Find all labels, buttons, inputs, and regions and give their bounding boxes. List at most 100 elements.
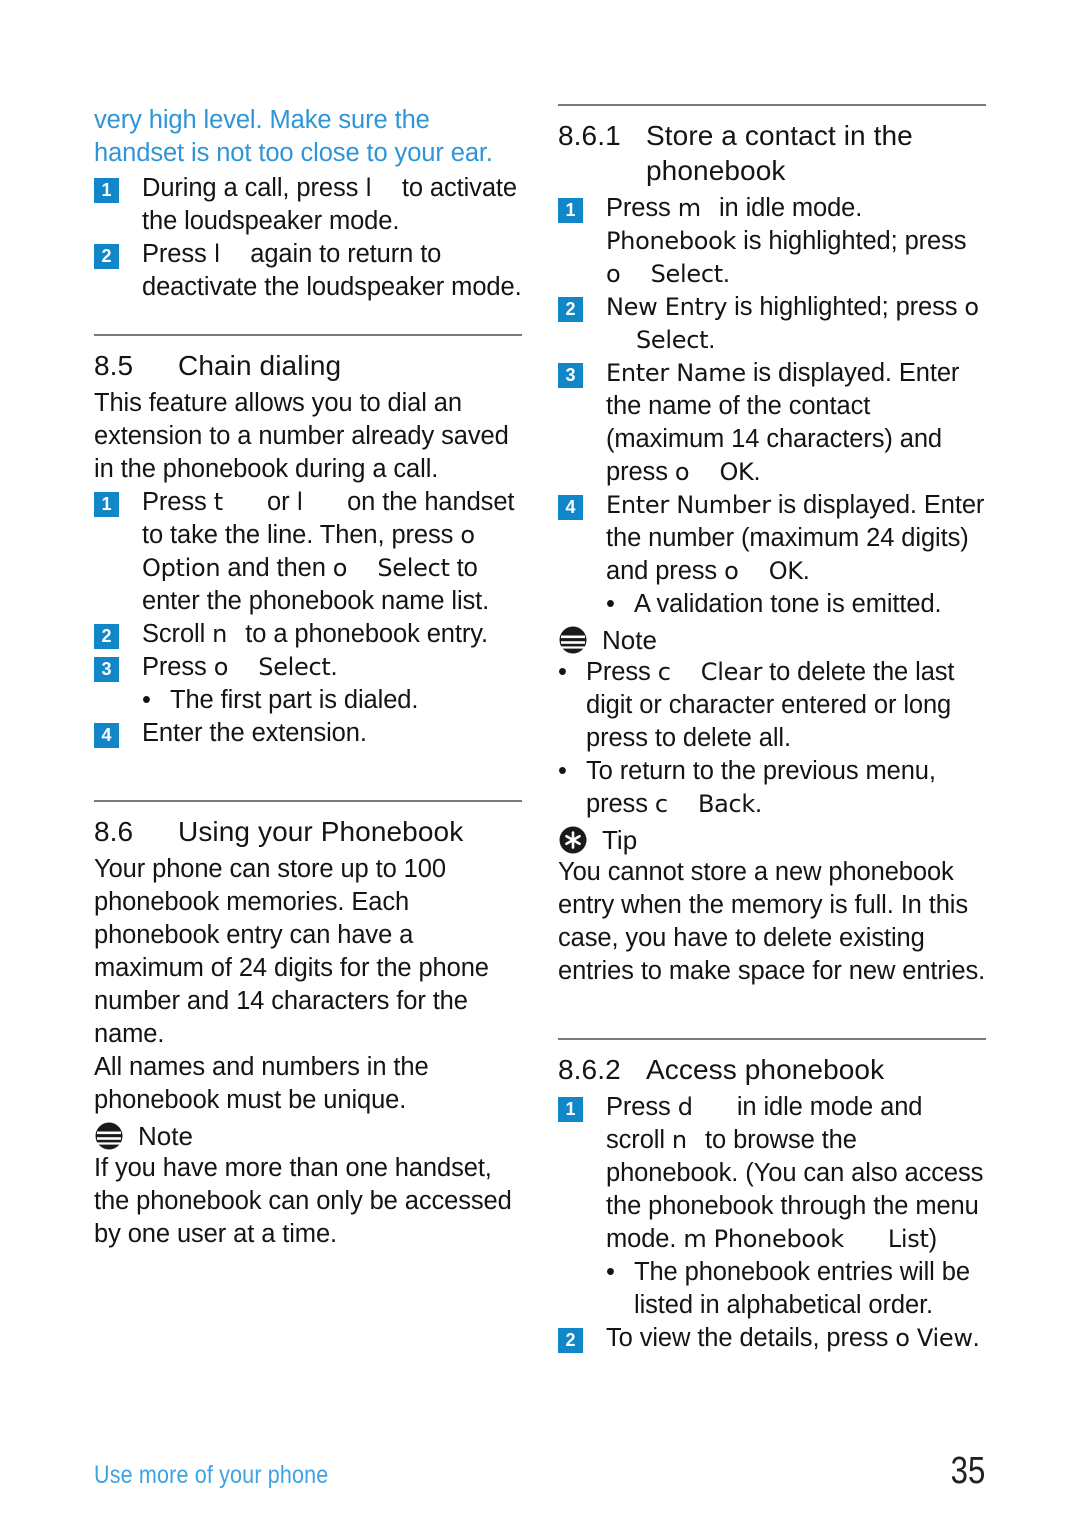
section-number: 8.6.1 [558,120,621,151]
menu-label-phonebook: Phonebook [606,227,737,255]
step-text-part: and then [227,554,326,582]
step-text-part: Scroll [142,620,206,648]
note-label: Note [602,625,657,655]
bullet-text-part: . [755,790,763,818]
step-text: Enter Number is displayed. Enter the num… [606,489,986,588]
step-text-part: . [330,653,338,681]
list-item: 2 Press l again to return to deactivate t… [94,238,522,304]
section-divider [94,334,522,336]
section-title: Chain dialing [178,350,342,381]
key-glyph-navigate: n [671,1126,688,1154]
bullet-dot: • [558,658,567,686]
section-heading-85: 8.5 Chain dialing [94,348,522,383]
list-item: 1 Press t or l on the handset to take the … [94,486,522,618]
menu-label-ok: OK [768,557,803,585]
menu-label-ok: OK [719,458,754,486]
section-heading-861: 8.6.1 Store a contact in the phonebook [558,118,986,188]
store-contact-steps: 1 Press m in idle mode. Phonebook is high… [558,192,986,621]
menu-label-select: Select [650,260,724,288]
note-callout: Note [94,1121,522,1151]
key-glyph-loudspeaker: l [365,174,372,202]
note-bullets: • Press c Clear to delete the last digit … [558,656,986,821]
step-text-part: Press [606,194,671,222]
tip-callout: Tip [558,825,986,855]
note-icon [558,625,588,655]
section-title: Using your Phonebook [178,816,464,847]
menu-label-list: List [887,1225,929,1253]
menu-label-enter-name: Enter Name [606,359,746,387]
step-text: Press o Select. [142,651,522,684]
step-text: Press l again to return to deactivate the… [142,238,522,304]
bullet-dot: • [606,1258,615,1286]
section-title: Access phonebook [646,1054,885,1085]
step-badge: 2 [558,297,583,322]
section-number: 8.5 [94,350,134,381]
section-number: 8.6.2 [558,1054,621,1085]
right-column: 8.6.1 Store a contact in the phonebook 1… [558,104,986,1355]
bullet-text: A validation tone is emitted. [634,590,942,618]
key-glyph-loudspeaker: l [296,488,304,516]
section-divider [558,104,986,106]
bullet-dot: • [142,686,151,714]
menu-label-select: Select [636,326,709,354]
step-text-part: Press [606,1093,671,1121]
bullet-dot: • [606,590,615,618]
key-glyph-down: d [677,1093,693,1121]
note-icon [94,1121,124,1151]
menu-label-view: View [916,1324,973,1352]
list-item: 4 Enter Number is displayed. Enter the n… [558,489,986,588]
list-item: 2 Scroll n to a phonebook entry. [94,618,522,651]
note-callout: Note [558,625,986,655]
bullet-text-part: Press [586,658,651,686]
chain-dialing-steps: 1 Press t or l on the handset to take the … [94,486,522,750]
step-text-part: To view the details, press [606,1324,889,1352]
step-text-part: ) [928,1225,938,1253]
section-86-paragraph-1: Your phone can store up to 100 phonebook… [94,855,489,1048]
menu-label-select: Select [258,653,331,681]
step-badge: 3 [558,363,583,388]
key-glyph-menu: m [683,1225,707,1253]
note-text: If you have more than one handset, the p… [94,1154,512,1248]
list-item: 3 Press o Select. [94,651,522,684]
step-text: New Entry is highlighted; press o Select. [606,291,986,357]
bullet-text: The phonebook entries will be listed in … [634,1258,970,1319]
step-text: During a call, press l to activate the lo… [142,172,522,238]
step-text-part: in idle mode. [718,194,863,222]
key-glyph-menu: m [677,194,701,222]
menu-label-phonebook: Phonebook [713,1225,844,1253]
step-text-part: . [972,1324,980,1352]
section-divider [558,1038,986,1040]
step-badge: 1 [94,178,119,203]
list-item: • The first part is dialed. [142,684,522,717]
manual-page: very high level. Make sure the handset i… [0,0,1080,1530]
key-glyph-softkey-left: o [213,653,229,681]
step-pre-text: During a call, press [142,174,359,202]
key-glyph-softkey-left: o [674,458,690,486]
step-text: Enter Name is displayed. Enter the name … [606,357,986,489]
left-column: very high level. Make sure the handset i… [94,104,522,1251]
key-glyph-softkey-left: o [606,260,621,288]
step-badge: 4 [94,723,119,748]
section-heading-86: 8.6 Using your Phonebook [94,814,522,849]
note-label: Note [138,1121,193,1151]
step-text-part: is highlighted; press [743,227,967,255]
step-text-part: . [708,326,716,354]
page-footer: Use more of your phone 35 [94,1450,985,1493]
step-badge: 1 [558,198,583,223]
step-badge: 2 [94,244,119,269]
step-text: To view the details, press o View. [606,1322,986,1355]
key-glyph-softkey-left: o [964,293,980,321]
access-phonebook-steps: 1 Press d in idle mode and scroll n to bro… [558,1091,986,1355]
list-item: 4 Enter the extension. [94,717,522,750]
tip-text: You cannot store a new phonebook entry w… [558,858,986,985]
list-item: • To return to the previous menu, press … [558,755,986,821]
list-item: 3 Enter Name is displayed. Enter the nam… [558,357,986,489]
section-divider [94,800,522,802]
step-text: Enter the extension. [142,719,367,747]
key-glyph-loudspeaker: l [213,240,221,268]
step-text-part: is highlighted; press [734,293,958,321]
bullet-text: To return to the previous menu, press cB… [586,755,986,821]
list-item: 1 During a call, press l to activate the … [94,172,522,238]
step-text-part: to a phonebook entry. [245,620,488,648]
step-pre-text: Press [142,240,207,268]
